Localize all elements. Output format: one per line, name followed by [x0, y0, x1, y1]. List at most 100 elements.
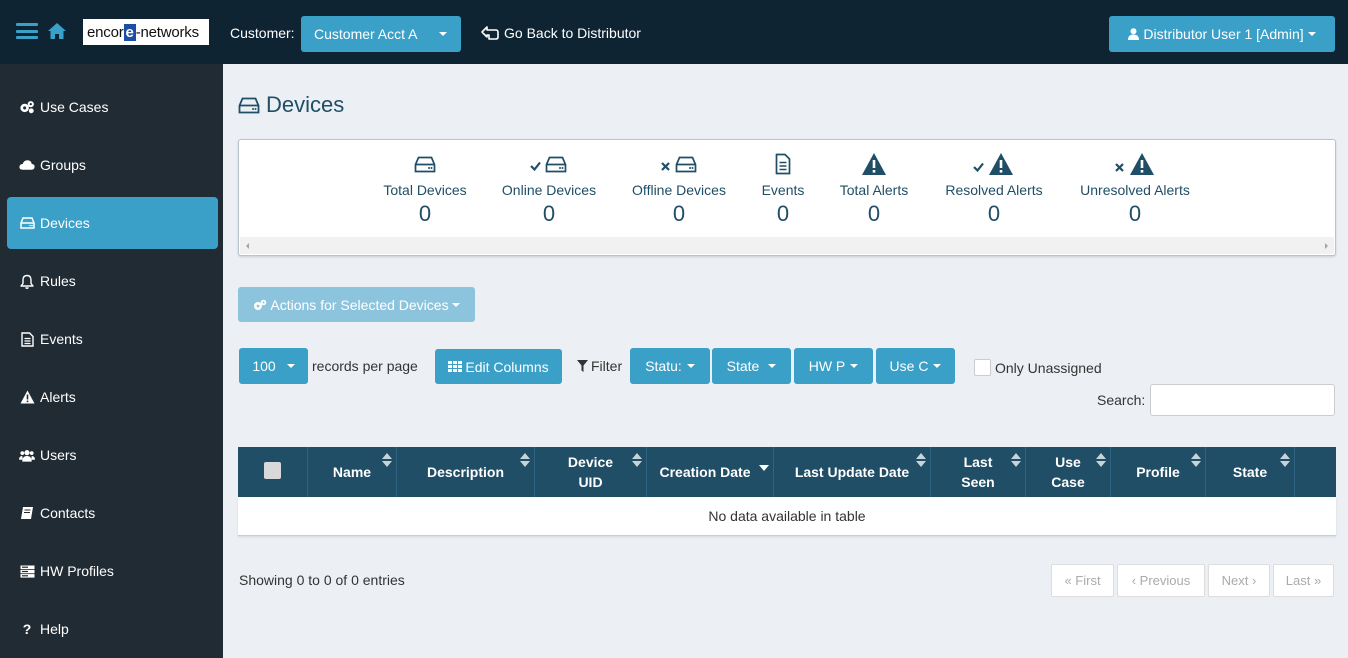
chevron-down-icon — [439, 32, 447, 36]
table-info: Showing 0 to 0 of 0 entries — [239, 572, 405, 588]
customer-select-value: Customer Acct A — [314, 26, 418, 42]
chevron-down-icon — [1307, 32, 1316, 36]
filter-use-case-select[interactable]: Use C — [876, 348, 955, 384]
pagination-previous-button[interactable]: ‹ Previous — [1117, 564, 1205, 597]
stat-value: 0 — [542, 201, 556, 226]
empty-table-row: No data available in table — [238, 497, 1336, 536]
column-last-update-date[interactable]: Last Update Date — [774, 447, 931, 497]
back-hand-icon — [481, 26, 499, 40]
user-menu-button[interactable]: Distributor User 1 [Admin] — [1109, 16, 1335, 52]
filter-hw-profile-label: HW P — [808, 358, 846, 374]
chevron-down-icon — [768, 364, 777, 368]
sidebar-item-help[interactable]: ? Help — [7, 603, 218, 655]
stat-unresolved-alerts[interactable]: Unresolved Alerts 0 — [1060, 150, 1210, 227]
edit-columns-label: Edit Columns — [465, 358, 549, 375]
sidebar-item-rules[interactable]: Rules — [7, 255, 218, 307]
filter-label: Filter — [577, 358, 622, 374]
pagination-last-button[interactable]: Last » — [1273, 564, 1334, 597]
sidebar-item-events[interactable]: Events — [7, 313, 218, 365]
column-description[interactable]: Description — [397, 447, 535, 497]
pagination-last-label: Last » — [1285, 573, 1322, 588]
records-value: 100 — [252, 358, 276, 374]
scroll-right-icon[interactable] — [1325, 243, 1328, 249]
stat-label: Total Devices — [383, 182, 467, 198]
column-label: Use Case — [1051, 454, 1085, 490]
page-title-text: Devices — [266, 92, 345, 117]
sidebar-item-label: HW Profiles — [40, 563, 114, 579]
column-device-uid[interactable]: Device UID — [535, 447, 647, 497]
only-unassigned-checkbox[interactable] — [974, 359, 991, 376]
stat-value: 0 — [987, 201, 1001, 226]
column-label: Name — [332, 464, 372, 480]
sidebar-item-contacts[interactable]: Contacts — [7, 487, 218, 539]
records-per-page-select[interactable]: 100 — [239, 348, 308, 384]
filter-icon — [577, 360, 588, 372]
sidebar-item-groups[interactable]: Groups — [7, 139, 218, 191]
devices-table-header: Name Description Device UID Creation Dat… — [238, 447, 1336, 497]
filter-use-case-label: Use C — [889, 358, 929, 374]
sidebar-item-users[interactable]: Users — [7, 429, 218, 481]
warning-icon — [19, 390, 35, 404]
home-icon[interactable] — [47, 22, 67, 42]
cogs-icon — [19, 100, 35, 114]
menu-toggle-icon[interactable] — [16, 23, 38, 39]
warning-icon — [809, 150, 939, 178]
actions-selected-devices-button[interactable]: Actions for Selected Devices — [238, 287, 475, 322]
pagination-next-button[interactable]: Next › — [1208, 564, 1270, 597]
stat-label: Online Devices — [501, 182, 597, 198]
stat-value: 0 — [867, 201, 881, 226]
user-menu-label: Distributor User 1 [Admin] — [1143, 26, 1304, 42]
sidebar-item-label: Devices — [40, 215, 90, 231]
x-warning-icon — [1060, 150, 1210, 178]
stat-label: Unresolved Alerts — [1080, 182, 1190, 198]
sort-icon — [520, 453, 530, 467]
company-logo[interactable]: encor e -networks — [83, 19, 209, 45]
sidebar-item-label: Use Cases — [40, 99, 109, 115]
sort-icon — [632, 453, 642, 467]
sidebar-item-alerts[interactable]: Alerts — [7, 371, 218, 423]
stat-total-devices[interactable]: Total Devices 0 — [360, 150, 490, 227]
chevron-down-icon — [933, 364, 942, 368]
check-hdd-icon — [484, 150, 614, 178]
stat-resolved-alerts[interactable]: Resolved Alerts 0 — [929, 150, 1059, 227]
filter-status-select[interactable]: Statu: — [630, 348, 710, 384]
hdd-icon — [19, 217, 35, 229]
filter-state-select[interactable]: State — [712, 348, 791, 384]
pagination-first-button[interactable]: « First — [1051, 564, 1114, 597]
sort-icon — [382, 453, 392, 467]
column-profile[interactable]: Profile — [1111, 447, 1206, 497]
column-use-case[interactable]: Use Case — [1026, 447, 1111, 497]
column-label: Profile — [1136, 464, 1180, 480]
column-name[interactable]: Name — [308, 447, 397, 497]
select-all-checkbox[interactable] — [264, 462, 281, 479]
column-label: Creation Date — [659, 464, 751, 480]
stat-online-devices[interactable]: Online Devices 0 — [484, 150, 614, 227]
filter-hw-profile-select[interactable]: HW P — [794, 348, 873, 384]
bell-icon — [19, 274, 35, 289]
column-last-seen[interactable]: Last Seen — [931, 447, 1026, 497]
edit-columns-button[interactable]: Edit Columns — [435, 349, 562, 384]
scroll-left-icon[interactable] — [246, 243, 249, 249]
cloud-icon — [19, 159, 35, 171]
hdd-icon — [360, 150, 490, 178]
users-icon — [19, 449, 35, 462]
page-title: Devices — [238, 92, 344, 118]
sidebar-item-use-cases[interactable]: Use Cases — [7, 81, 218, 133]
question-icon: ? — [22, 621, 32, 637]
hdd-icon — [238, 97, 260, 113]
chevron-down-icon — [686, 364, 695, 368]
stat-label: Total Alerts — [839, 182, 909, 198]
horizontal-scrollbar[interactable] — [240, 237, 1334, 254]
go-back-link[interactable]: Go Back to Distributor — [480, 25, 641, 41]
search-input[interactable] — [1150, 384, 1335, 416]
stat-value: 0 — [1128, 201, 1142, 226]
stat-total-alerts[interactable]: Total Alerts 0 — [809, 150, 939, 227]
sidebar-item-devices[interactable]: Devices — [7, 197, 218, 249]
customer-select[interactable]: Customer Acct A — [301, 16, 461, 52]
only-unassigned-label: Only Unassigned — [995, 360, 1102, 376]
column-creation-date[interactable]: Creation Date — [647, 447, 774, 497]
sidebar-item-hw-profiles[interactable]: HW Profiles — [7, 545, 218, 597]
column-state[interactable]: State — [1206, 447, 1295, 497]
actions-label: Actions for Selected Devices — [270, 296, 449, 313]
sidebar-item-label: Events — [40, 331, 83, 347]
